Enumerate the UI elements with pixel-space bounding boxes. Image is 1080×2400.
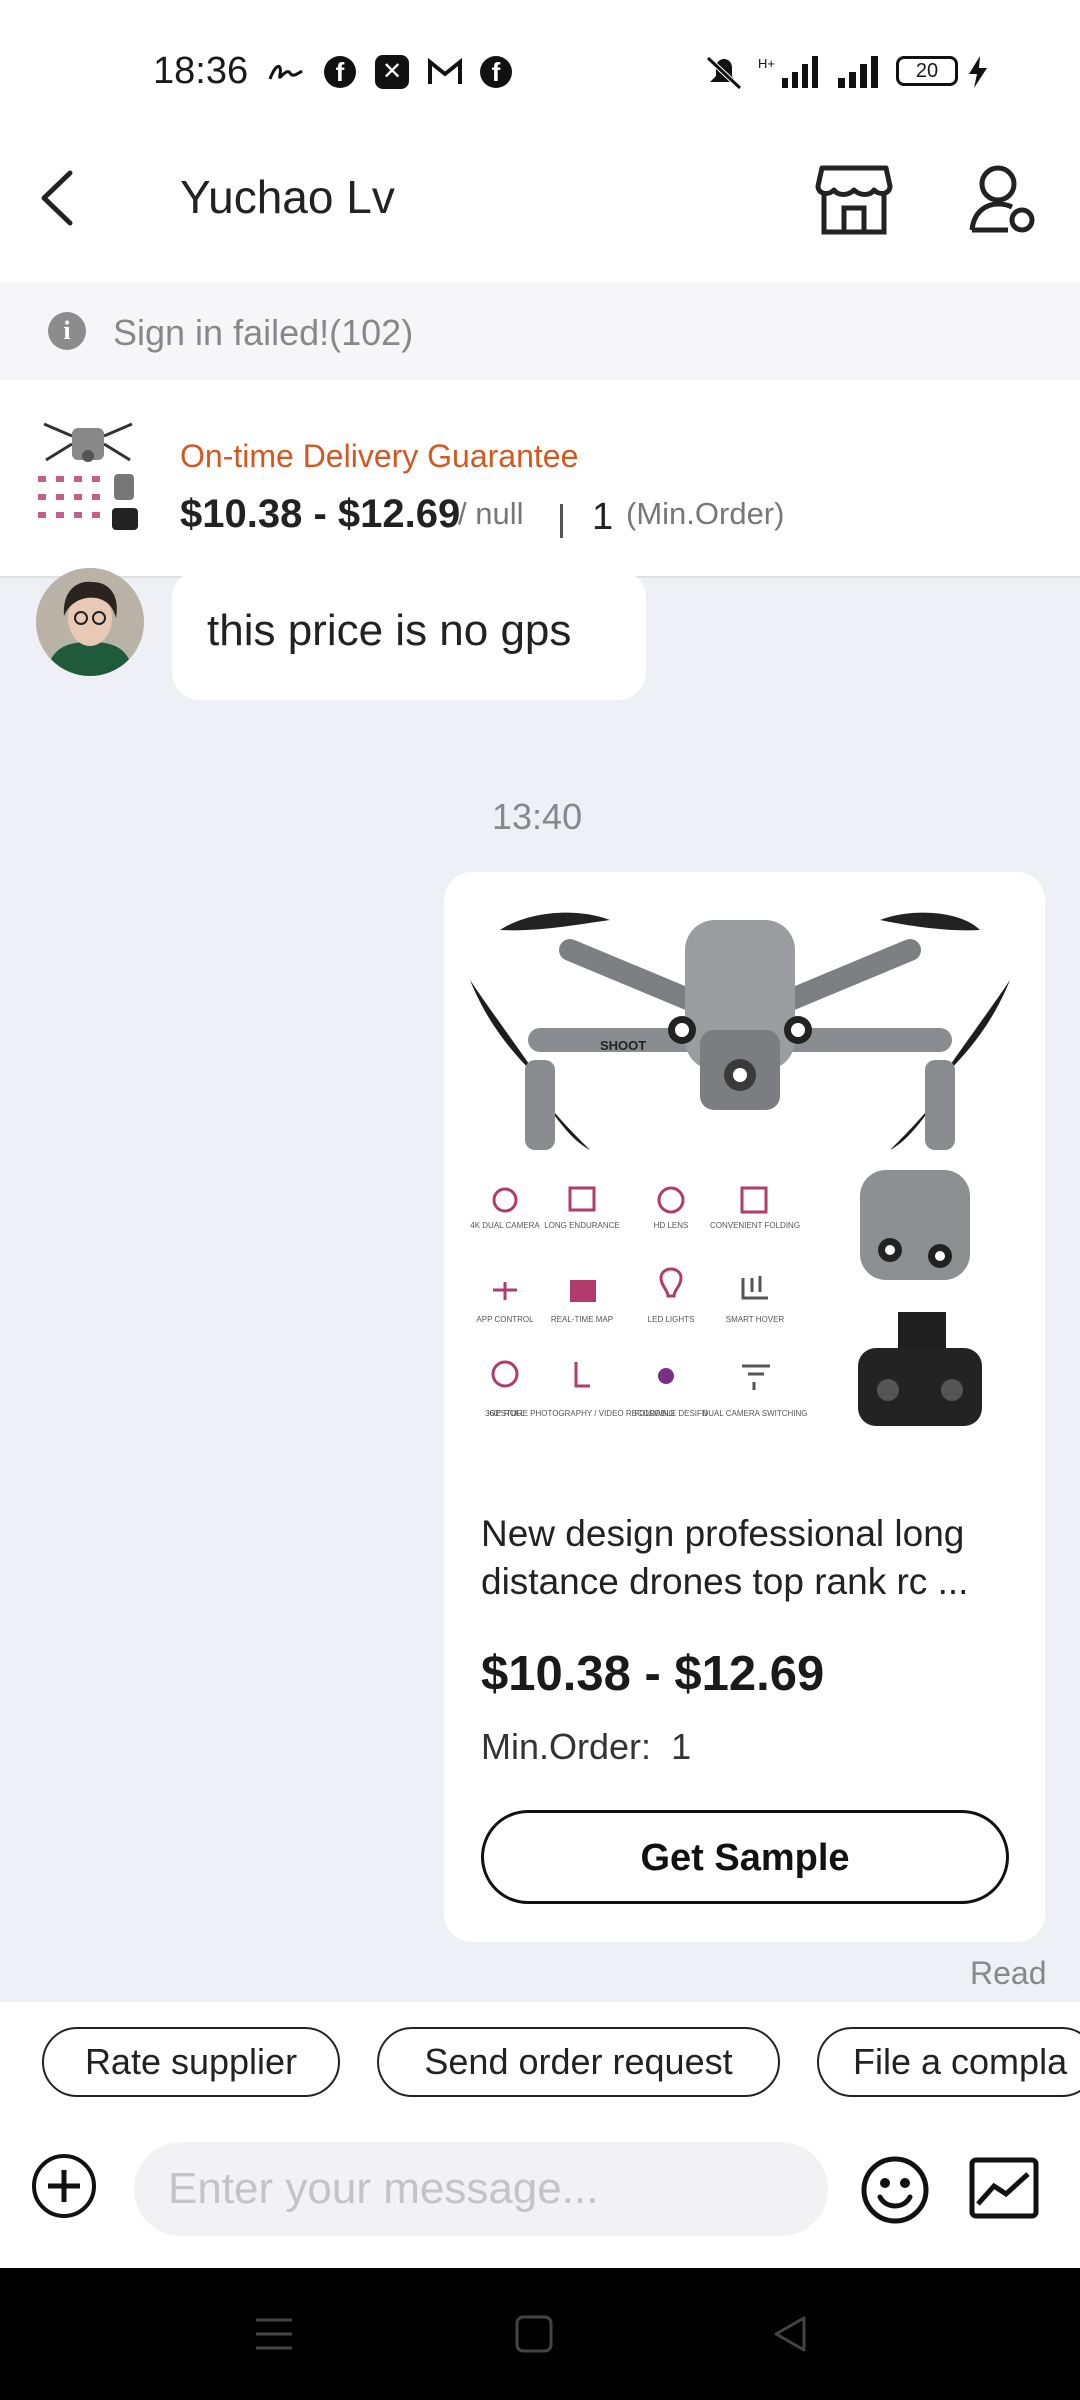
min-order-label: Min.Order: [481, 1726, 652, 1767]
rate-supplier-chip[interactable]: Rate supplier [42, 2027, 340, 2097]
facebook-icon: f [480, 54, 512, 90]
status-time: 18:36 [153, 50, 249, 92]
product-card-title: New design professional long distance dr… [481, 1513, 969, 1602]
signature-icon [268, 54, 304, 90]
min-order-value: 1 [671, 1726, 692, 1767]
contact-name: Yuchao Lv [180, 171, 395, 223]
message-timestamp: 13:40 [492, 796, 583, 837]
back-nav-icon[interactable] [770, 2314, 810, 2354]
signal-icon [836, 54, 884, 90]
min-order-value: 1 [592, 496, 614, 538]
banner-text: Sign in failed!(102) [113, 312, 414, 353]
svg-text:H+: H+ [758, 56, 775, 71]
feature-label: REAL-TIME MAP [551, 1315, 613, 1324]
chat-header [0, 140, 1080, 282]
product-card-price: $10.38 - $12.69 [481, 1647, 825, 1701]
min-order-label: (Min.Order) [626, 496, 785, 531]
home-icon[interactable] [514, 2314, 554, 2354]
signal-icon: H+ [758, 54, 826, 90]
avatar[interactable] [36, 568, 144, 676]
product-price-range: $10.38 - $12.69 [180, 492, 461, 536]
mute-icon [704, 54, 744, 90]
add-icon[interactable] [32, 2154, 96, 2218]
image-icon[interactable] [968, 2156, 1040, 2222]
incoming-message-text: this price is no gps [207, 606, 572, 655]
product-image[interactable]: SHOOT 4K DUAL CAMERA LONG ENDURANCE HD L… [460, 880, 1020, 1460]
back-arrow-icon[interactable] [34, 165, 84, 231]
message-input[interactable] [134, 2142, 828, 2236]
menu-icon[interactable] [254, 2314, 294, 2354]
file-complaint-chip[interactable]: File a compla [817, 2027, 1080, 2097]
feature-label: LONG ENDURANCE [544, 1221, 620, 1230]
feature-label: 4K DUAL CAMERA [470, 1221, 540, 1230]
info-icon: i [48, 312, 86, 350]
battery-indicator: 20 [896, 56, 958, 86]
feature-label: DUAL CAMERA SWITCHING [702, 1409, 807, 1418]
charging-icon [966, 54, 990, 90]
price-unit: / null [458, 496, 524, 531]
feature-label: APP CONTROL [476, 1315, 534, 1324]
feature-label: LED LIGHTS [648, 1315, 695, 1324]
gmail-icon [427, 54, 463, 90]
emoji-icon[interactable] [860, 2155, 930, 2225]
delivery-guarantee-label: On-time Delivery Guarantee [180, 438, 579, 474]
product-card-min-order: Min.Order: 1 [481, 1726, 691, 1768]
read-receipt: Read [970, 1955, 1047, 1991]
send-order-request-chip[interactable]: Send order request [377, 2027, 780, 2097]
feature-label: FOLDABLE DESIFN [634, 1409, 708, 1418]
store-icon[interactable] [814, 162, 894, 236]
profile-settings-icon[interactable] [968, 162, 1038, 236]
product-thumbnail[interactable] [34, 410, 142, 536]
capcut-icon: ✕ [375, 54, 409, 90]
drone-badge-text: SHOOT [600, 1038, 646, 1053]
facebook-icon: f [324, 54, 356, 90]
feature-label: SMART HOVER [726, 1315, 785, 1324]
divider [560, 504, 563, 538]
get-sample-button[interactable]: Get Sample [481, 1810, 1009, 1904]
feature-label: HD LENS [654, 1221, 689, 1230]
product-summary-bar[interactable] [0, 380, 1080, 578]
feature-label: CONVENIENT FOLDING [710, 1221, 800, 1230]
